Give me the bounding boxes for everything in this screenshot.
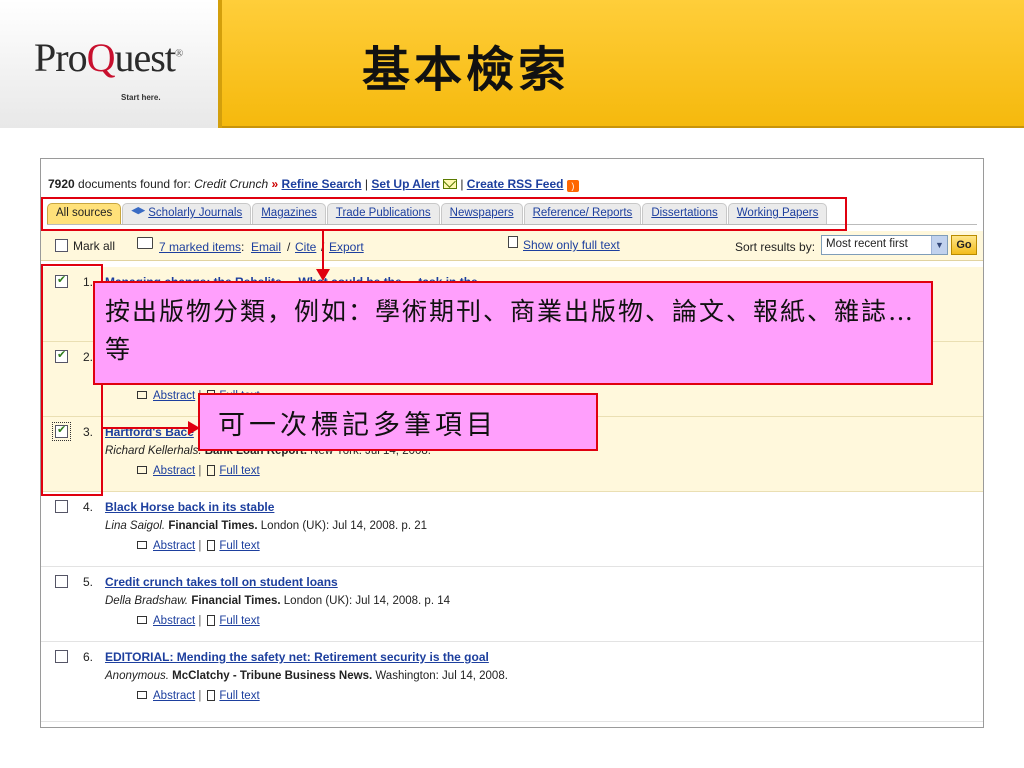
result-number: 4. [83, 500, 94, 514]
document-icon [508, 236, 518, 248]
arrow-line [103, 427, 191, 429]
result-row: 6. EDITORIAL: Mending the safety net: Ret… [41, 642, 983, 722]
result-citation: Lina Saigol. Financial Times. London (UK… [105, 520, 427, 532]
result-author: Della Bradshaw. [105, 595, 189, 607]
result-row: 4. Black Horse back in its stable Lina Sai… [41, 492, 983, 567]
abstract-icon [137, 616, 147, 624]
result-source: McClatchy - Tribune Business News. [172, 670, 373, 682]
slide-title: 基本檢索 [362, 42, 571, 98]
full-text-link[interactable]: Full text [219, 540, 259, 552]
slide-header: ProQuest® Start here. 基本檢索 [0, 0, 1024, 128]
abstract-icon [137, 541, 147, 549]
result-title-link[interactable]: Credit crunch takes toll on student loan… [105, 575, 338, 589]
query-text: Credit Crunch [194, 177, 269, 191]
results-toolbar: Mark all 7 marked items: Email / Cite / … [41, 231, 983, 261]
proquest-logo: ProQuest® Start here. [0, 0, 222, 128]
result-title-link[interactable]: Black Horse back in its stable [105, 500, 274, 514]
result-links: Abstract | Full text [137, 615, 260, 627]
mark-items-callout: 可一次標記多筆項目 [198, 393, 598, 451]
result-links: Abstract | Full text [137, 690, 260, 702]
sort-label: Sort results by: [735, 240, 816, 254]
category-callout: 按出版物分類，例如：學術期刊、商業出版物、論文、報紙、雜誌…等 [93, 281, 933, 385]
sort-select[interactable]: Most recent first ▼ [821, 235, 948, 255]
arrow-line [322, 231, 324, 271]
result-source: Financial Times. [191, 595, 281, 607]
abstract-link[interactable]: Abstract [153, 465, 195, 477]
result-details: London (UK): Jul 14, 2008. p. 21 [257, 520, 427, 532]
refine-search-link[interactable]: Refine Search [282, 177, 362, 191]
go-button[interactable]: Go [951, 235, 977, 255]
result-links: Abstract | Full text [137, 465, 260, 477]
found-text: documents found for: [78, 177, 191, 191]
mark-all-label: Mark all [73, 239, 116, 253]
abstract-link[interactable]: Abstract [153, 615, 195, 627]
arrow-down-icon [316, 269, 330, 281]
result-citation: Anonymous. McClatchy - Tribune Business … [105, 670, 508, 682]
export-link[interactable]: Export [329, 240, 364, 254]
marked-items-link[interactable]: 7 marked items: [159, 240, 244, 254]
result-number: 5. [83, 575, 94, 589]
full-text-icon [207, 540, 216, 551]
abstract-link[interactable]: Abstract [153, 390, 195, 402]
result-citation: Della Bradshaw. Financial Times. London … [105, 595, 450, 607]
abstract-icon [137, 391, 147, 399]
divider: | [198, 465, 202, 477]
result-number: 6. [83, 650, 94, 664]
full-text-link[interactable]: Full text [219, 465, 259, 477]
tabs-highlight-box [41, 197, 847, 231]
show-only-full-text-link[interactable]: Show only full text [523, 238, 620, 252]
email-link[interactable]: Email [251, 240, 281, 254]
divider: | [460, 177, 464, 191]
result-checkbox[interactable] [55, 650, 68, 663]
result-title-link[interactable]: EDITORIAL: Mending the safety net: Retir… [105, 650, 489, 664]
chevron-down-icon[interactable]: ▼ [931, 236, 947, 254]
create-rss-feed-link[interactable]: Create RSS Feed [467, 177, 564, 191]
cite-link[interactable]: Cite [295, 240, 316, 254]
abstract-icon [137, 691, 147, 699]
abstract-link[interactable]: Abstract [153, 690, 195, 702]
result-author: Lina Saigol. [105, 520, 166, 532]
result-checkbox[interactable] [55, 575, 68, 588]
divider: | [364, 177, 369, 191]
full-text-icon [207, 615, 216, 626]
result-source: Financial Times. [168, 520, 258, 532]
result-links: Abstract | Full text [137, 540, 260, 552]
result-row: 5. Credit crunch takes toll on student lo… [41, 567, 983, 642]
divider: | [198, 615, 202, 627]
result-details: London (UK): Jul 14, 2008. p. 14 [280, 595, 450, 607]
folder-icon [137, 237, 153, 249]
result-details: Washington: Jul 14, 2008. [372, 670, 508, 682]
arrows-icon: » [271, 177, 279, 191]
result-author: Anonymous. [105, 670, 169, 682]
divider: | [198, 540, 202, 552]
slash-separator: / [287, 240, 291, 254]
result-author: Richard Kellerhals. [105, 445, 202, 457]
set-up-alert-link[interactable]: Set Up Alert [371, 177, 439, 191]
full-text-link[interactable]: Full text [219, 690, 259, 702]
full-text-link[interactable]: Full text [219, 615, 259, 627]
mail-icon[interactable] [442, 179, 457, 189]
abstract-link[interactable]: Abstract [153, 540, 195, 552]
result-checkbox[interactable] [55, 500, 68, 513]
result-count: 7920 [48, 177, 75, 191]
divider: | [198, 690, 202, 702]
full-text-icon [207, 465, 216, 476]
results-summary: 7920 documents found for: Credit Crunch … [48, 177, 579, 192]
full-text-icon [207, 690, 216, 701]
mark-all-checkbox[interactable] [55, 239, 68, 252]
logo-tagline: Start here. [121, 93, 161, 102]
logo-wordmark: ProQuest® [34, 35, 183, 80]
abstract-icon [137, 466, 147, 474]
rss-icon[interactable]: ) [566, 180, 579, 192]
